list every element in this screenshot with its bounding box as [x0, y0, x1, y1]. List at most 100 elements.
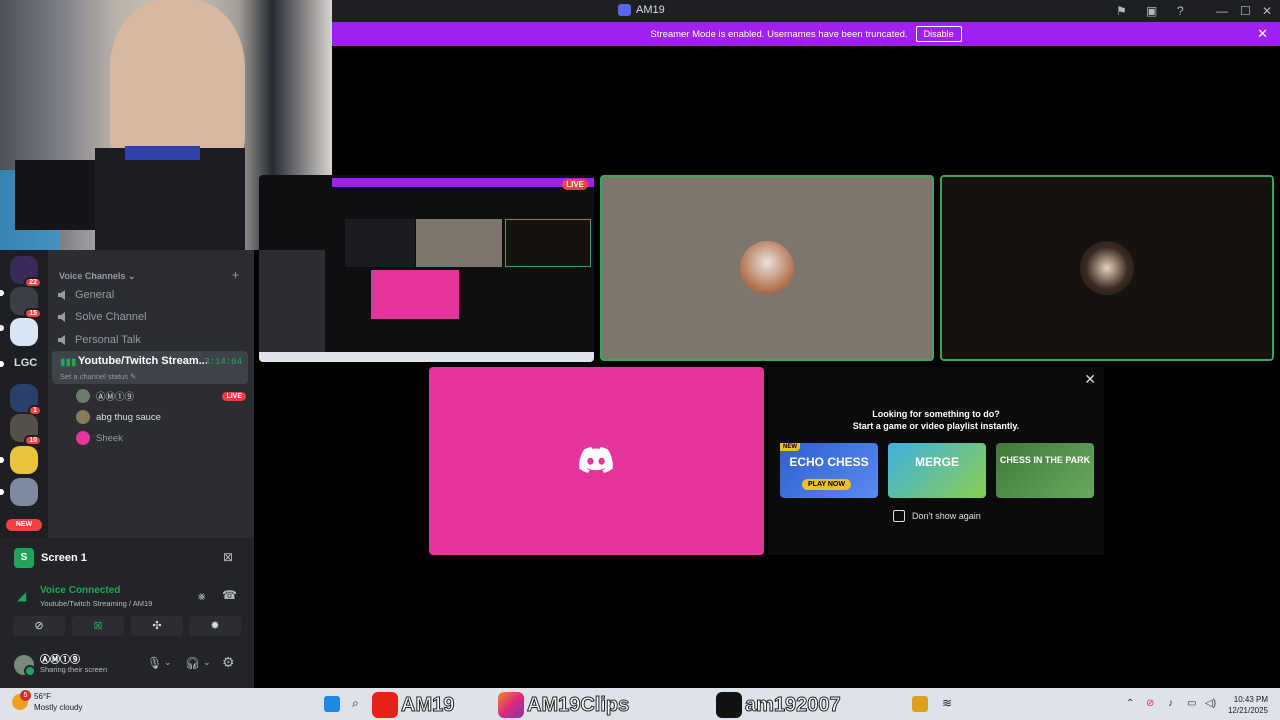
voice-member[interactable]: Sheek	[76, 429, 246, 447]
server-icon[interactable]: 10	[10, 414, 42, 446]
live-badge: LIVE	[222, 391, 246, 401]
disconnect-icon[interactable]: ☎	[222, 588, 237, 602]
game-card-chess-in-the-park[interactable]: CHESS IN THE PARK	[996, 443, 1094, 498]
close-window-icon[interactable]: ✕	[1262, 4, 1272, 18]
file-explorer-icon[interactable]	[912, 696, 928, 712]
app-icon[interactable]: ≋	[942, 696, 958, 712]
server-icon[interactable]: 15	[10, 287, 42, 319]
server-lgc[interactable]: LGC	[14, 357, 37, 369]
server-icon[interactable]	[10, 318, 38, 346]
tiktok-overlay: am192007	[716, 692, 841, 718]
activities-button[interactable]: ✣	[131, 616, 183, 636]
new-tag: NEW	[780, 443, 800, 451]
server-icon[interactable]	[10, 478, 38, 506]
microphone-icon[interactable]: 🎙︎	[147, 656, 162, 670]
nested-tile	[505, 219, 591, 267]
voice-member[interactable]: ⒶⓂ①⑨ LIVE	[76, 387, 246, 405]
nested-tile	[371, 270, 459, 319]
participant-tile[interactable]	[600, 175, 934, 361]
nested-tile	[416, 219, 502, 267]
channel-timer: 3:14:04	[204, 357, 242, 367]
server-icon[interactable]	[10, 446, 38, 474]
channel-general[interactable]: General	[57, 285, 247, 305]
gear-icon[interactable]: ⚙	[222, 654, 235, 671]
close-icon[interactable]: ✕	[1084, 371, 1096, 388]
voice-channel-path[interactable]: Youtube/Twitch Streaming / AM19	[40, 599, 152, 608]
headphones-icon[interactable]: 🎧︎	[185, 656, 200, 670]
speaker-icon	[58, 290, 65, 300]
checkbox[interactable]	[893, 510, 905, 522]
screen-share-button[interactable]: ⊠	[72, 616, 124, 636]
add-channel-icon[interactable]: +	[232, 268, 239, 282]
avatar	[76, 389, 90, 403]
soundboard-button[interactable]: ✸	[189, 616, 241, 636]
screen-share-icon: ⊠	[93, 620, 103, 632]
chevron-down-icon[interactable]: ⌄	[164, 657, 172, 668]
maximize-icon[interactable]: ☐	[1240, 4, 1251, 18]
nested-banner	[332, 178, 594, 187]
connection-icon[interactable]: ◢	[17, 589, 26, 603]
camera-button[interactable]: ⊘	[13, 616, 65, 636]
taskbar: 5 56°F Mostly cloudy ⌕ AM19 AM19Clips am…	[0, 688, 1280, 720]
avatar	[76, 410, 90, 424]
security-icon[interactable]: ⊘	[1146, 698, 1154, 709]
server-icon[interactable]: 1	[10, 384, 42, 416]
window-title: AM19	[618, 4, 665, 16]
webcam-furniture	[15, 160, 95, 230]
search-icon[interactable]: ⌕	[352, 696, 368, 712]
title-bar: AM19 ⚑ ▣ ? — ☐ ✕	[332, 0, 1280, 22]
inbox-icon[interactable]: ▣	[1146, 4, 1157, 18]
channel-list: Voice Channels ⌄ + General Solve Channel…	[48, 250, 254, 538]
start-icon[interactable]	[324, 696, 340, 712]
game-card-merge[interactable]: MERGE	[888, 443, 986, 498]
participant-tile[interactable]	[940, 175, 1274, 361]
voice-channels-category[interactable]: Voice Channels ⌄	[59, 271, 135, 282]
streamer-mode-banner: Streamer Mode is enabled. Usernames have…	[332, 22, 1280, 46]
game-card-echo-chess[interactable]: NEW ECHO CHESS PLAY NOW	[780, 443, 878, 498]
webcam-person	[110, 0, 245, 170]
stream-preview-tile[interactable]: LIVE	[259, 175, 594, 362]
speaker-icon	[58, 312, 65, 322]
volume-icon[interactable]: ◁)	[1205, 698, 1216, 709]
nested-sidebar	[259, 250, 325, 358]
dont-show-again[interactable]: Don't show again	[893, 510, 981, 522]
participant-avatar	[740, 241, 794, 295]
system-clock[interactable]: 10:43 PM 12/21/2025	[1228, 694, 1268, 716]
display-icon[interactable]: ▭	[1187, 698, 1196, 709]
flag-icon[interactable]: ⚑	[1116, 4, 1127, 18]
nested-tile	[345, 219, 415, 267]
discord-placeholder-tile[interactable]	[429, 367, 764, 555]
minimize-icon[interactable]: —	[1216, 4, 1228, 18]
help-icon[interactable]: ?	[1177, 4, 1184, 18]
instagram-icon	[498, 692, 524, 718]
noise-suppression-icon[interactable]: ⨳	[198, 589, 205, 604]
mic-tray-icon[interactable]: ♪	[1168, 698, 1173, 709]
screen-share-row: S Screen 1	[14, 548, 87, 568]
tiktok-icon	[716, 692, 742, 718]
username[interactable]: ⒶⓂ①⑨	[40, 651, 80, 666]
disable-streamer-mode-button[interactable]: Disable	[915, 26, 962, 42]
close-banner-icon[interactable]: ✕	[1257, 26, 1268, 42]
user-panel: S Screen 1 ⊠ ◢ Voice Connected Youtube/T…	[0, 538, 254, 688]
voice-connected-status[interactable]: Voice Connected	[40, 585, 120, 596]
channel-solve[interactable]: Solve Channel	[57, 307, 247, 327]
screen-share-icon: S	[14, 548, 34, 568]
tray-chevron-icon[interactable]: ⌃	[1126, 698, 1134, 709]
stop-stream-icon[interactable]: ⊠	[223, 550, 233, 564]
youtube-icon	[372, 692, 398, 718]
camera-off-icon: ⊘	[34, 620, 44, 632]
server-icon[interactable]: 22	[10, 256, 42, 288]
discord-logo-icon	[579, 447, 613, 473]
channel-personal-talk[interactable]: Personal Talk	[57, 330, 247, 350]
new-badge[interactable]: NEW	[6, 519, 42, 531]
voice-member[interactable]: abg thug sauce	[76, 408, 246, 426]
weather-widget[interactable]: 5 56°F Mostly cloudy	[12, 690, 82, 712]
banner-text: Streamer Mode is enabled. Usernames have…	[650, 28, 908, 40]
user-avatar[interactable]	[14, 655, 36, 677]
active-voice-channel[interactable]: ▮▮▮ Youtube/Twitch Stream... 3:14:04 Set…	[52, 351, 248, 384]
activity-subheading: Start a game or video playlist instantly…	[852, 421, 1020, 431]
channel-status-prompt[interactable]: Set a channel status ✎	[60, 372, 136, 381]
chevron-down-icon[interactable]: ⌄	[203, 657, 211, 668]
play-now-button[interactable]: PLAY NOW	[802, 479, 851, 490]
speaker-icon	[58, 335, 65, 345]
